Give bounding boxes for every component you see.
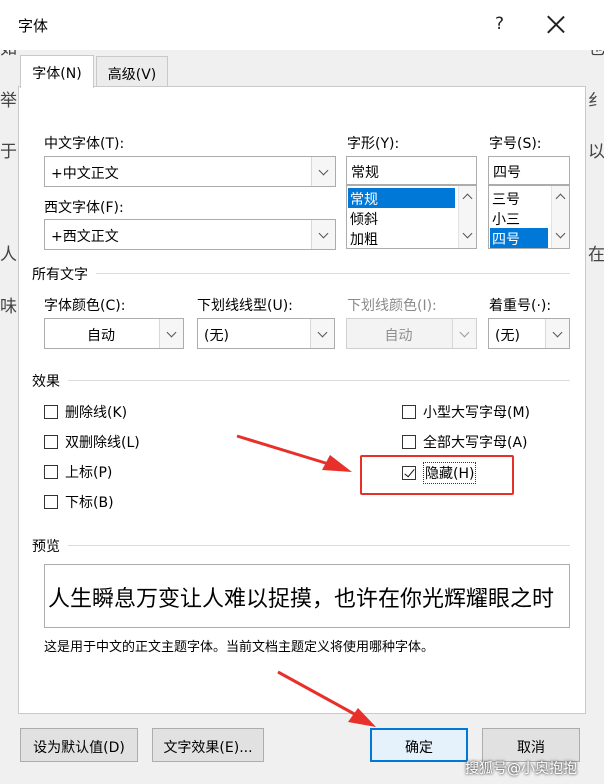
- font-style-input[interactable]: 常规: [346, 156, 477, 185]
- title-bar[interactable]: 字体 ?: [0, 0, 604, 50]
- western-font-label: 西文字体(F):: [44, 200, 124, 216]
- annotation-highlight-box: [360, 455, 514, 495]
- chevron-down-icon[interactable]: [159, 319, 183, 348]
- watermark: 搜狐号@小奥抱抱: [465, 761, 577, 777]
- chevron-down-icon[interactable]: [545, 319, 569, 348]
- list-item[interactable]: 加粗: [348, 228, 455, 248]
- group-preview-label: 预览: [32, 539, 60, 555]
- list-item[interactable]: 倾斜: [348, 208, 455, 228]
- western-font-combo[interactable]: +西文正文: [44, 219, 336, 250]
- help-button[interactable]: ?: [495, 14, 504, 34]
- chevron-down-icon[interactable]: [311, 157, 335, 186]
- font-color-combo[interactable]: 自动: [44, 318, 184, 349]
- checkbox-box[interactable]: [402, 405, 416, 419]
- all-caps-label: 全部大写字母(A): [423, 435, 528, 451]
- underline-style-combo[interactable]: (无): [197, 318, 335, 349]
- background-text: 举: [0, 91, 17, 111]
- subscript-checkbox[interactable]: 下标(B): [44, 492, 114, 512]
- chinese-font-combo[interactable]: +中文正文: [44, 156, 336, 187]
- font-size-input[interactable]: 四号: [488, 156, 570, 185]
- checkbox-box[interactable]: [44, 495, 58, 509]
- double-strikethrough-label: 双删除线(L): [65, 435, 140, 451]
- emphasis-mark-value: (无): [495, 328, 520, 344]
- preview-description: 这是用于中文的正文主题字体。当前文档主题定义将使用哪种字体。: [44, 640, 435, 655]
- tab-advanced[interactable]: 高级(V): [96, 56, 168, 87]
- font-size-list[interactable]: 三号 小三 四号: [488, 185, 570, 249]
- western-font-value: +西文正文: [51, 229, 119, 245]
- set-default-button[interactable]: 设为默认值(D): [20, 728, 138, 762]
- strikethrough-checkbox[interactable]: 删除线(K): [44, 402, 127, 422]
- superscript-label: 上标(P): [65, 465, 113, 481]
- chevron-up-icon[interactable]: [555, 193, 566, 204]
- checkbox-box[interactable]: [44, 405, 58, 419]
- superscript-checkbox[interactable]: 上标(P): [44, 462, 112, 482]
- checkbox-box[interactable]: [44, 435, 58, 449]
- preview-sample-text: 人生瞬息万变让人难以捉摸，也许在你光辉耀眼之时: [48, 587, 555, 612]
- list-item[interactable]: 四号: [490, 228, 548, 248]
- underline-style-label: 下划线线型(U):: [197, 298, 293, 314]
- preview-box: 人生瞬息万变让人难以捉摸，也许在你光辉耀眼之时: [44, 564, 570, 628]
- chevron-down-icon[interactable]: [310, 319, 334, 348]
- checkbox-box[interactable]: [44, 465, 58, 479]
- underline-color-value: 自动: [384, 328, 413, 344]
- divider: [68, 380, 570, 381]
- scrollbar[interactable]: [458, 186, 476, 248]
- divider: [68, 545, 570, 546]
- divider: [96, 273, 570, 274]
- all-caps-checkbox[interactable]: 全部大写字母(A): [402, 432, 528, 452]
- cancel-button[interactable]: 取消: [482, 728, 580, 762]
- font-size-label: 字号(S):: [489, 136, 542, 152]
- background-text: 以: [588, 142, 604, 162]
- font-style-list[interactable]: 常规 倾斜 加粗: [346, 185, 477, 249]
- background-text: 人: [0, 245, 17, 265]
- double-strikethrough-checkbox[interactable]: 双删除线(L): [44, 432, 140, 452]
- underline-style-value: (无): [204, 328, 229, 344]
- chevron-down-icon[interactable]: [555, 228, 566, 239]
- ok-button[interactable]: 确定: [370, 728, 468, 762]
- small-caps-checkbox[interactable]: 小型大写字母(M): [402, 402, 530, 422]
- font-color-value: 自动: [87, 328, 115, 344]
- chevron-up-icon[interactable]: [462, 193, 473, 204]
- scrollbar[interactable]: [551, 186, 569, 248]
- strikethrough-label: 删除线(K): [65, 405, 128, 421]
- list-item[interactable]: 三号: [490, 188, 548, 208]
- background-text: 纟: [588, 91, 604, 111]
- chinese-font-label: 中文字体(T):: [44, 136, 125, 152]
- tab-font[interactable]: 字体(N): [20, 55, 94, 88]
- dialog-title: 字体: [18, 17, 49, 35]
- subscript-label: 下标(B): [65, 495, 114, 511]
- font-style-input-value: 常规: [351, 165, 379, 181]
- checkbox-box[interactable]: [402, 435, 416, 449]
- chevron-down-icon: [452, 319, 476, 348]
- small-caps-label: 小型大写字母(M): [423, 405, 531, 421]
- font-dialog: 如 举 于 人 味 也 纟 以 在 字体 ? 字体(N) 高级(V) 中文字体(…: [0, 0, 604, 784]
- emphasis-mark-combo[interactable]: (无): [488, 318, 570, 349]
- background-text: 味: [0, 297, 17, 317]
- chevron-down-icon[interactable]: [462, 228, 473, 239]
- font-style-label: 字形(Y):: [347, 136, 400, 152]
- text-effects-button[interactable]: 文字效果(E)...: [152, 728, 264, 762]
- underline-color-combo: 自动: [346, 318, 477, 349]
- close-icon[interactable]: [545, 14, 567, 36]
- emphasis-mark-label: 着重号(·):: [489, 298, 552, 314]
- background-text: 于: [0, 142, 17, 162]
- list-item[interactable]: 小三: [490, 208, 548, 228]
- background-text: 在: [588, 245, 604, 265]
- font-size-input-value: 四号: [493, 165, 521, 181]
- chinese-font-value: +中文正文: [51, 166, 119, 182]
- group-effects-label: 效果: [32, 374, 60, 390]
- underline-color-label: 下划线颜色(I):: [347, 298, 437, 314]
- group-all-text-label: 所有文字: [32, 267, 88, 283]
- font-color-label: 字体颜色(C):: [44, 298, 126, 314]
- list-item[interactable]: 常规: [348, 188, 455, 208]
- chevron-down-icon[interactable]: [311, 220, 335, 249]
